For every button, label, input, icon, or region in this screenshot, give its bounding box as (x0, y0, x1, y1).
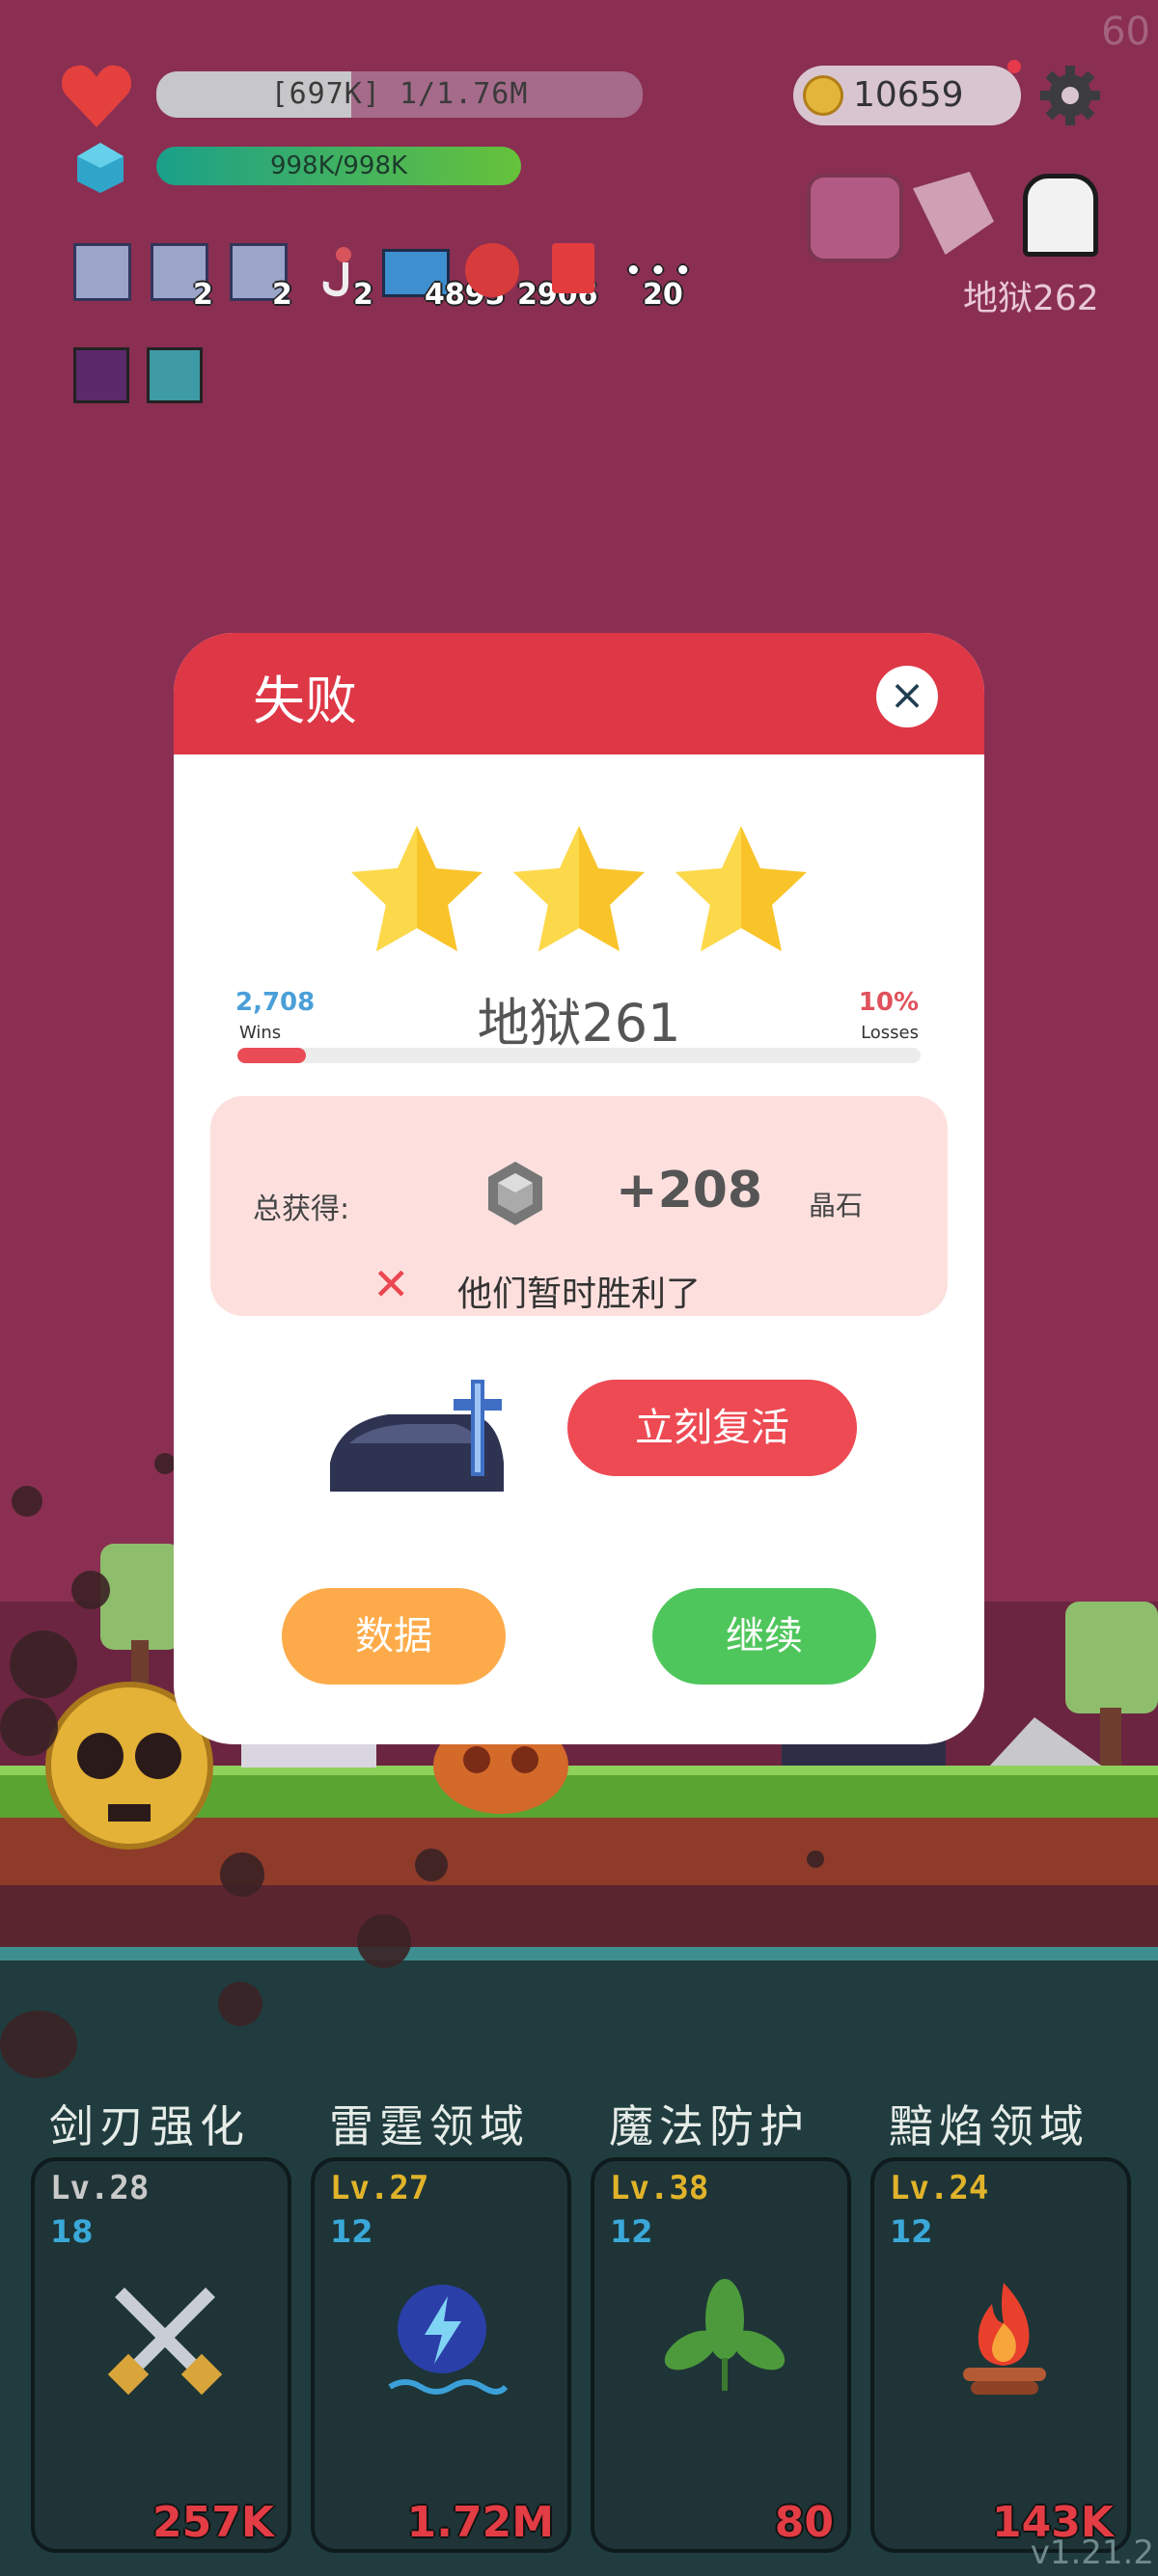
defeat-dialog: 失败 × 2,708 Wins 地狱261 10% Losses 总获得: +2… (174, 633, 984, 1744)
smoke (807, 1850, 824, 1868)
campfire-icon (963, 2283, 1046, 2395)
dark-dirt-layer (0, 1885, 1158, 1951)
scroll-icon[interactable] (73, 243, 131, 301)
skill-level: Lv.24 (890, 2169, 989, 2207)
losses-label: Losses (861, 1023, 919, 1043)
close-button[interactable]: × (876, 666, 938, 727)
boss-ghost-icon[interactable] (807, 174, 903, 262)
next-stage-label: 地狱262 (963, 279, 1099, 318)
smoke (357, 1914, 411, 1968)
skill-count: 18 (50, 2213, 94, 2250)
skill-name: 魔法防护 (609, 2100, 810, 2152)
revive-button[interactable]: 立刻复活 (567, 1380, 857, 1476)
skill-card-blade[interactable]: Lv.28 18 257K (31, 2157, 291, 2553)
reward-amount: +208 (616, 1162, 763, 1219)
mana-bar: 998K/998K (156, 147, 521, 185)
item-count: 2 (272, 278, 292, 312)
smoke (12, 1486, 42, 1517)
dialog-header: 失败 × (174, 633, 984, 754)
ghost-icon[interactable] (1023, 174, 1098, 257)
losses-value: 10% (858, 988, 919, 1017)
health-bar: [697K] 1/1.76M (156, 71, 643, 118)
smoke (10, 1631, 77, 1698)
tree (100, 1544, 181, 1650)
smoke (415, 1849, 448, 1881)
item-count: 2 (193, 278, 213, 312)
reward-panel: 总获得: +208 晶石 ✕ 他们暂时胜利了 (210, 1096, 948, 1316)
stats-button[interactable]: 数据 (282, 1588, 506, 1685)
skill-card-dark-flame[interactable]: Lv.24 12 143K (870, 2157, 1131, 2553)
tombstone-icon (330, 1380, 504, 1492)
cross-icon: ✕ (372, 1258, 410, 1310)
smoke (220, 1852, 264, 1897)
skill-level: Lv.28 (50, 2169, 150, 2207)
smoke (0, 2011, 77, 2078)
reward-unit: 晶石 (809, 1190, 864, 1221)
skill-level: Lv.27 (330, 2169, 429, 2207)
skill-cost: 1.72M (406, 2498, 554, 2547)
coin-amount: 10659 (853, 75, 964, 115)
star-icon (676, 826, 807, 951)
continue-button[interactable]: 继续 (652, 1588, 876, 1685)
water-surface (0, 1947, 1158, 1960)
coin-icon (803, 75, 843, 116)
skill-level: Lv.38 (610, 2169, 709, 2207)
leaves-icon (664, 2279, 786, 2391)
star-icon (513, 826, 645, 951)
smoke (71, 1571, 110, 1609)
skill-count: 12 (610, 2213, 653, 2250)
lamp-buff-icon[interactable] (147, 347, 203, 403)
version-label: v1.21.2 (1030, 2534, 1154, 2572)
skill-name: 雷霆领域 (329, 2100, 530, 2152)
skill-card-thunder[interactable]: Lv.27 12 1.72M (311, 2157, 571, 2553)
smoke (0, 1698, 58, 1756)
demon-buff-icon[interactable] (73, 347, 129, 403)
coin-counter[interactable]: 10659 (793, 66, 1021, 125)
win-loss-progress (237, 1048, 921, 1063)
ground-debris (241, 1742, 376, 1768)
skill-count: 12 (890, 2213, 933, 2250)
fps-counter: 60 (1101, 10, 1150, 54)
tree-trunk (1100, 1708, 1121, 1766)
skill-card-magic-shield[interactable]: Lv.38 12 80 (591, 2157, 851, 2553)
health-text: [697K] 1/1.76M (270, 77, 529, 111)
item-count: 2 (353, 278, 373, 312)
skill-count: 12 (330, 2213, 373, 2250)
mana-text: 998K/998K (269, 151, 408, 180)
smoke (218, 1982, 262, 2026)
gear-icon[interactable] (1038, 64, 1102, 127)
result-message: 他们暂时胜利了 (457, 1274, 702, 1314)
smoke (154, 1453, 176, 1474)
reward-label: 总获得: (253, 1192, 350, 1226)
thunder-orb-icon (388, 2285, 508, 2395)
item-count: 20 (643, 278, 683, 312)
crystal-icon (77, 143, 124, 193)
skill-name: 黯焰领域 (889, 2100, 1089, 2152)
notification-dot (1007, 60, 1021, 73)
heart-icon (62, 65, 131, 127)
skill-name: 剑刃强化 (49, 2100, 250, 2152)
star-icon (351, 826, 482, 951)
skill-cost: 257K (152, 2498, 274, 2547)
crossed-swords-icon (107, 2288, 223, 2396)
apple-icon[interactable] (465, 243, 519, 297)
crystal-gem-icon (488, 1162, 542, 1225)
card-icon[interactable] (552, 243, 594, 293)
tree (1065, 1602, 1158, 1713)
dialog-title: 失败 (253, 671, 357, 731)
win-loss-progress-fill (237, 1048, 306, 1063)
skill-cost: 80 (774, 2498, 834, 2547)
